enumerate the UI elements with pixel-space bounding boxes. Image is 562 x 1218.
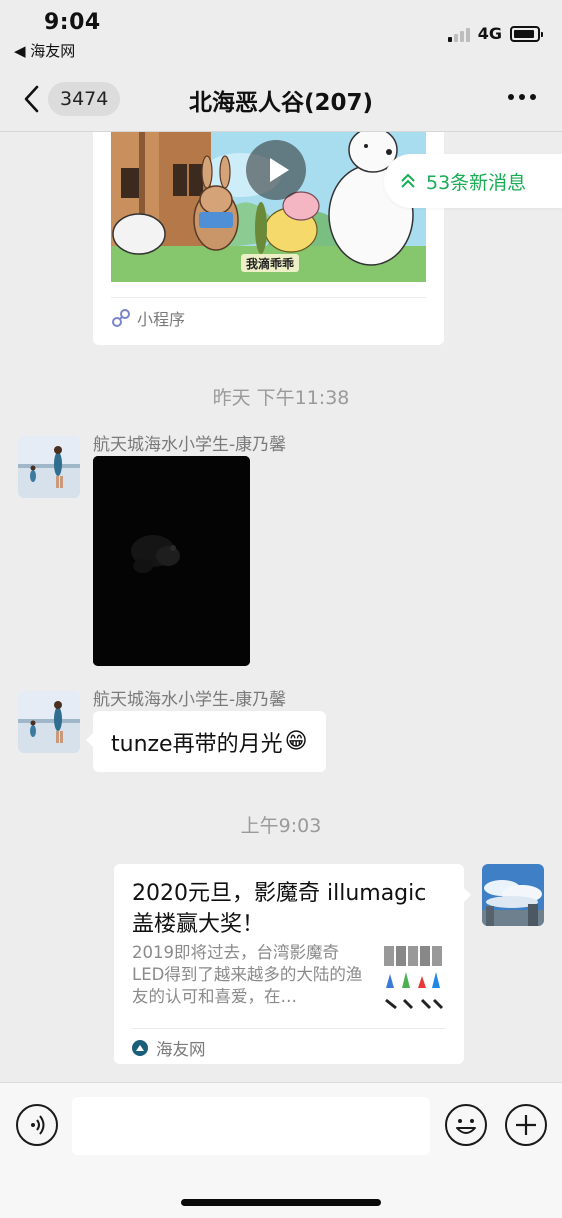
image-message[interactable]: [93, 456, 250, 666]
mini-program-thumbnail[interactable]: 我滴乖乖: [111, 132, 426, 282]
double-chevron-up-icon: [401, 173, 415, 188]
link-source: 海友网: [132, 1036, 206, 1060]
led-spectrum-image: [380, 942, 446, 1012]
more-dots-icon: [508, 94, 514, 100]
thumbnail-caption: 我滴乖乖: [246, 256, 294, 271]
play-icon[interactable]: [246, 140, 306, 200]
avatar-beach-photo: [18, 691, 80, 753]
message-list[interactable]: 我滴乖乖 小程序 53条新消息 昨天 下午11:38 航天城海水小学生-康乃馨 …: [0, 132, 562, 1082]
home-indicator[interactable]: [181, 1199, 381, 1206]
chat-title: 北海恶人谷(207): [188, 90, 374, 116]
mini-program-label: 小程序: [137, 310, 186, 329]
plus-icon: [516, 1115, 536, 1135]
voice-button[interactable]: [16, 1104, 58, 1146]
avatar-sky-photo: [482, 864, 544, 926]
sender-name: 航天城海水小学生-康乃馨: [93, 690, 287, 710]
dark-tank-photo: [93, 456, 250, 666]
sender-name: 航天城海水小学生-康乃馨: [93, 435, 287, 455]
my-avatar[interactable]: [482, 864, 544, 926]
emoji-button[interactable]: [445, 1104, 487, 1146]
input-bar: [0, 1082, 562, 1218]
emoji-icon: [456, 1119, 476, 1134]
message-text: tunze再带的月光: [111, 731, 283, 757]
text-message-bubble[interactable]: tunze再带的月光 😁: [86, 711, 326, 772]
status-bar: 9:04 ◀ 海友网 4G: [0, 0, 562, 66]
sender-avatar[interactable]: [18, 691, 80, 753]
time-separator: 上午9:03: [240, 815, 322, 837]
source-logo-icon: [132, 1040, 148, 1056]
source-name: 海友网: [156, 1040, 206, 1059]
sender-avatar[interactable]: [18, 436, 80, 498]
more-functions-button[interactable]: [505, 1104, 547, 1146]
link-thumbnail: [380, 942, 446, 1012]
message-input[interactable]: [72, 1097, 430, 1155]
new-messages-label: 53条新消息: [426, 171, 527, 194]
mini-program-footer: 小程序: [111, 306, 185, 330]
status-indicators: 4G: [447, 24, 543, 43]
status-time: 9:04: [44, 10, 101, 35]
link-title: 2020元旦，影魔奇 illumagic 盖楼赢大奖！: [132, 881, 427, 937]
battery-level: [514, 29, 534, 38]
link-card[interactable]: 2020元旦，影魔奇 illumagic 盖楼赢大奖！ 2019即将过去，台湾影…: [114, 864, 471, 1064]
back-to-app-link[interactable]: ◀ 海友网: [14, 40, 75, 61]
mini-program-link-icon: [112, 309, 130, 327]
card-divider: [111, 297, 426, 298]
grinning-emoji-icon: 😁: [284, 729, 308, 754]
link-description: 2019即将过去，台湾影魔奇LED得到了越来越多的大陆的渔友的认可和喜爱，在…: [132, 943, 363, 1006]
network-type: 4G: [477, 24, 502, 43]
new-messages-button[interactable]: 53条新消息: [384, 154, 562, 208]
avatar-beach-photo: [18, 436, 80, 498]
cellular-signal-icon: [447, 26, 470, 42]
voice-icon: [31, 1115, 45, 1135]
battery-icon: [510, 25, 543, 42]
chat-header: 3474 北海恶人谷(207): [0, 66, 562, 132]
time-separator: 昨天 下午11:38: [212, 387, 350, 409]
card-divider: [132, 1028, 446, 1029]
more-options-button[interactable]: [508, 94, 536, 100]
